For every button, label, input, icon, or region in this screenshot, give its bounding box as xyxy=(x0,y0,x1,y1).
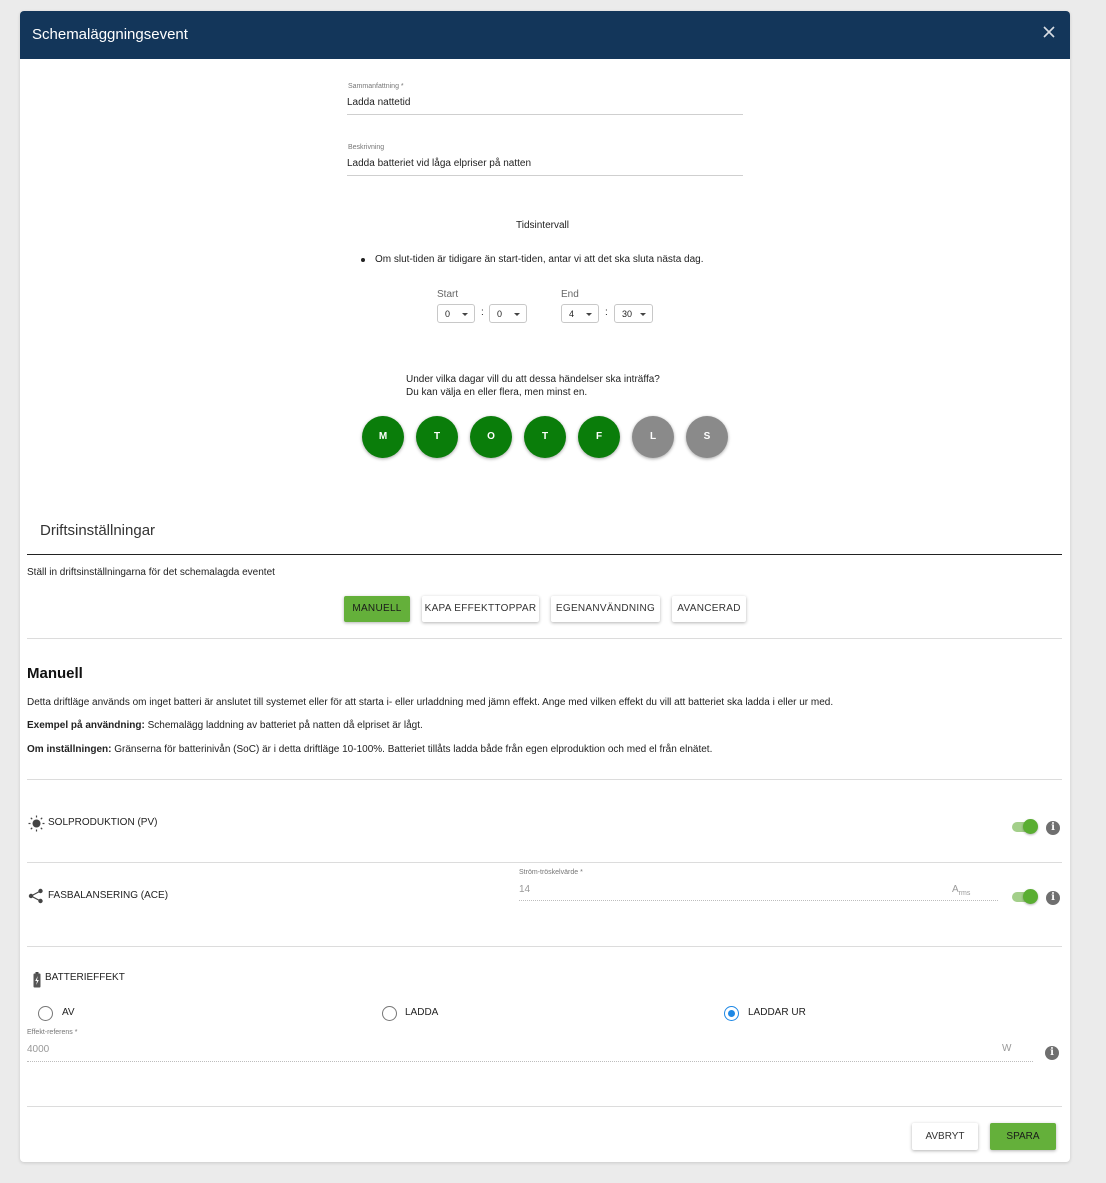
power-reference-label: Effekt-referens * xyxy=(27,1029,78,1036)
battery-charge-radio[interactable] xyxy=(382,1006,397,1021)
threshold-underline xyxy=(519,900,998,901)
time-interval-note: Om slut-tiden är tidigare än start-tiden… xyxy=(375,254,704,265)
ace-info-icon[interactable]: i xyxy=(1046,891,1060,905)
manual-setting-info: Om inställningen: Gränserna för batterin… xyxy=(27,744,712,755)
end-hour-value: 4 xyxy=(569,309,575,319)
manual-title: Manuell xyxy=(27,665,83,682)
battery-discharge-radio[interactable] xyxy=(724,1006,739,1021)
power-reference-unit: W xyxy=(1002,1043,1012,1054)
end-minute-select[interactable]: 30 xyxy=(614,304,653,323)
start-time-separator: : xyxy=(481,307,484,318)
mode-manual-button[interactable]: MANUELL xyxy=(344,596,410,622)
start-hour-select[interactable]: 0 xyxy=(437,304,475,323)
divider xyxy=(27,638,1062,639)
threshold-unit-main: A xyxy=(952,884,959,895)
pv-toggle[interactable] xyxy=(1010,819,1038,835)
day-wednesday[interactable]: O xyxy=(470,416,512,458)
threshold-unit: Arms xyxy=(952,884,970,897)
start-minute-select[interactable]: 0 xyxy=(489,304,527,323)
power-reference-input[interactable]: 4000 xyxy=(27,1044,49,1055)
chevron-down-icon xyxy=(514,313,520,316)
toggle-thumb xyxy=(1023,819,1038,834)
toggle-thumb xyxy=(1023,889,1038,904)
description-underline xyxy=(347,175,743,176)
battery-discharge-label: LADDAR UR xyxy=(748,1007,806,1018)
end-minute-value: 30 xyxy=(622,309,633,319)
time-interval-heading: Tidsintervall xyxy=(516,220,569,231)
setting-info-text: Gränserna för batterinivån (SoC) är i de… xyxy=(111,744,713,755)
pv-info-icon[interactable]: i xyxy=(1046,821,1060,835)
operation-heading: Driftsinställningar xyxy=(40,522,156,539)
example-label: Exempel på användning: xyxy=(27,720,145,731)
power-reference-underline xyxy=(27,1061,1033,1062)
pv-label: SOLPRODUKTION (PV) xyxy=(48,817,158,828)
dialog-title: Schemaläggningsevent xyxy=(32,26,188,43)
battery-info-icon[interactable]: i xyxy=(1045,1046,1059,1060)
sun-icon xyxy=(28,815,45,832)
summary-input[interactable]: Ladda nattetid xyxy=(347,97,410,108)
day-sunday[interactable]: S xyxy=(686,416,728,458)
start-minute-value: 0 xyxy=(497,309,503,319)
divider xyxy=(27,946,1062,947)
threshold-label: Ström-tröskelvärde * xyxy=(519,869,583,876)
operation-heading-rule xyxy=(27,554,1062,555)
mode-advanced-button[interactable]: AVANCERAD xyxy=(672,596,746,622)
manual-example: Exempel på användning: Schemalägg laddni… xyxy=(27,720,423,731)
setting-info-label: Om inställningen: xyxy=(27,744,112,755)
operation-subtitle: Ställ in driftsinställningarna för det s… xyxy=(27,567,275,578)
manual-text: Detta driftläge används om inget batteri… xyxy=(27,697,834,708)
chevron-down-icon xyxy=(462,313,468,316)
battery-off-label: AV xyxy=(62,1007,75,1018)
share-icon xyxy=(28,888,43,904)
ace-toggle[interactable] xyxy=(1010,889,1038,905)
divider xyxy=(27,862,1062,863)
battery-charge-label: LADDA xyxy=(405,1007,439,1018)
start-label: Start xyxy=(437,289,459,300)
chevron-down-icon xyxy=(640,313,646,316)
day-friday[interactable]: F xyxy=(578,416,620,458)
ace-label: FASBALANSERING (ACE) xyxy=(48,890,169,901)
battery-charging-icon xyxy=(33,972,41,988)
battery-off-radio[interactable] xyxy=(38,1006,53,1021)
divider xyxy=(27,779,1062,780)
description-input[interactable]: Ladda batteriet vid låga elpriser på nat… xyxy=(347,158,531,169)
end-time-separator: : xyxy=(605,307,608,318)
divider xyxy=(27,1106,1062,1107)
mode-self-consumption-button[interactable]: EGENANVÄNDNING xyxy=(551,596,660,622)
day-saturday[interactable]: L xyxy=(632,416,674,458)
summary-label: Sammanfattning * xyxy=(348,83,404,90)
day-tuesday[interactable]: T xyxy=(416,416,458,458)
chevron-down-icon xyxy=(586,313,592,316)
mode-peak-shaving-button[interactable]: KAPA EFFEKTTOPPAR xyxy=(422,596,539,622)
note-bullet xyxy=(361,258,365,262)
save-button[interactable]: SPARA xyxy=(990,1123,1056,1150)
start-hour-value: 0 xyxy=(445,309,451,319)
dialog-header: Schemaläggningsevent xyxy=(20,11,1070,59)
schedule-dialog: Schemaläggningsevent Sammanfattning * La… xyxy=(20,11,1070,1162)
day-thursday[interactable]: T xyxy=(524,416,566,458)
close-icon[interactable] xyxy=(1042,25,1056,39)
threshold-input[interactable]: 14 xyxy=(519,884,530,895)
days-hint: Du kan välja en eller flera, men minst e… xyxy=(406,387,588,398)
end-hour-select[interactable]: 4 xyxy=(561,304,599,323)
battery-label: BATTERIEFFEKT xyxy=(45,972,125,983)
example-text: Schemalägg laddning av batteriet på natt… xyxy=(144,720,423,731)
end-label: End xyxy=(561,289,579,300)
description-label: Beskrivning xyxy=(348,144,385,151)
day-monday[interactable]: M xyxy=(362,416,404,458)
cancel-button[interactable]: AVBRYT xyxy=(912,1123,978,1150)
summary-underline xyxy=(347,114,743,115)
days-question: Under vilka dagar vill du att dessa händ… xyxy=(406,374,660,385)
threshold-unit-sub: rms xyxy=(958,890,971,897)
